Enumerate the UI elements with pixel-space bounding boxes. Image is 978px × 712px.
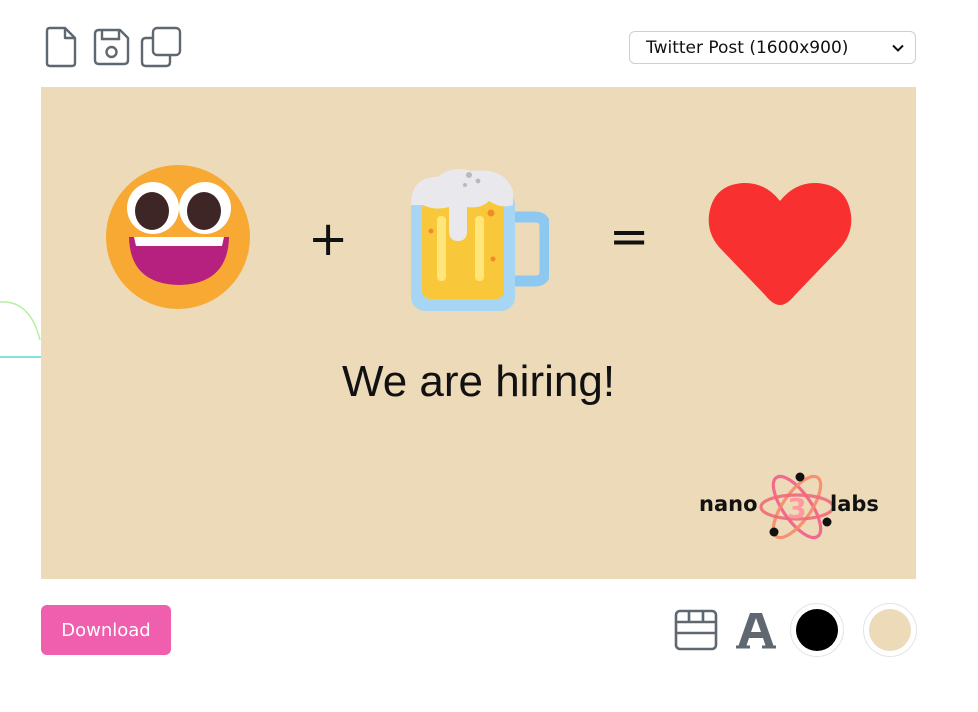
save-button[interactable] <box>90 26 132 68</box>
save-icon <box>93 28 130 66</box>
layout-button[interactable] <box>674 609 718 655</box>
background-color-swatch[interactable] <box>863 603 917 657</box>
red-heart-icon <box>708 182 852 305</box>
plus-operator: + <box>308 211 349 267</box>
company-logo: nano 3 labs <box>696 470 886 550</box>
svg-text:3: 3 <box>787 492 806 525</box>
headline-text: We are hiring! <box>341 357 616 406</box>
app: Twitter Post (1600x900) + = We are hirin… <box>0 0 978 712</box>
text-color-dot <box>796 609 838 651</box>
download-button[interactable]: Download <box>41 605 171 655</box>
new-button[interactable] <box>40 26 82 68</box>
chevron-down-icon <box>892 44 904 52</box>
size-select[interactable]: Twitter Post (1600x900) <box>629 31 916 64</box>
beer-mug-icon <box>411 169 549 311</box>
duplicate-button[interactable] <box>140 26 182 68</box>
grinning-face-icon <box>106 165 250 309</box>
equals-operator: = <box>609 209 650 265</box>
size-select-value: Twitter Post (1600x900) <box>646 37 849 58</box>
font-icon <box>736 613 776 649</box>
duplicate-icon <box>140 26 182 68</box>
background-color-dot <box>869 609 911 651</box>
layout-icon <box>674 609 718 651</box>
font-button[interactable] <box>736 609 776 655</box>
new-file-icon <box>45 26 77 68</box>
text-color-swatch[interactable] <box>790 603 844 657</box>
design-canvas: + = We are hiring! nano 3 labs <box>41 87 916 579</box>
